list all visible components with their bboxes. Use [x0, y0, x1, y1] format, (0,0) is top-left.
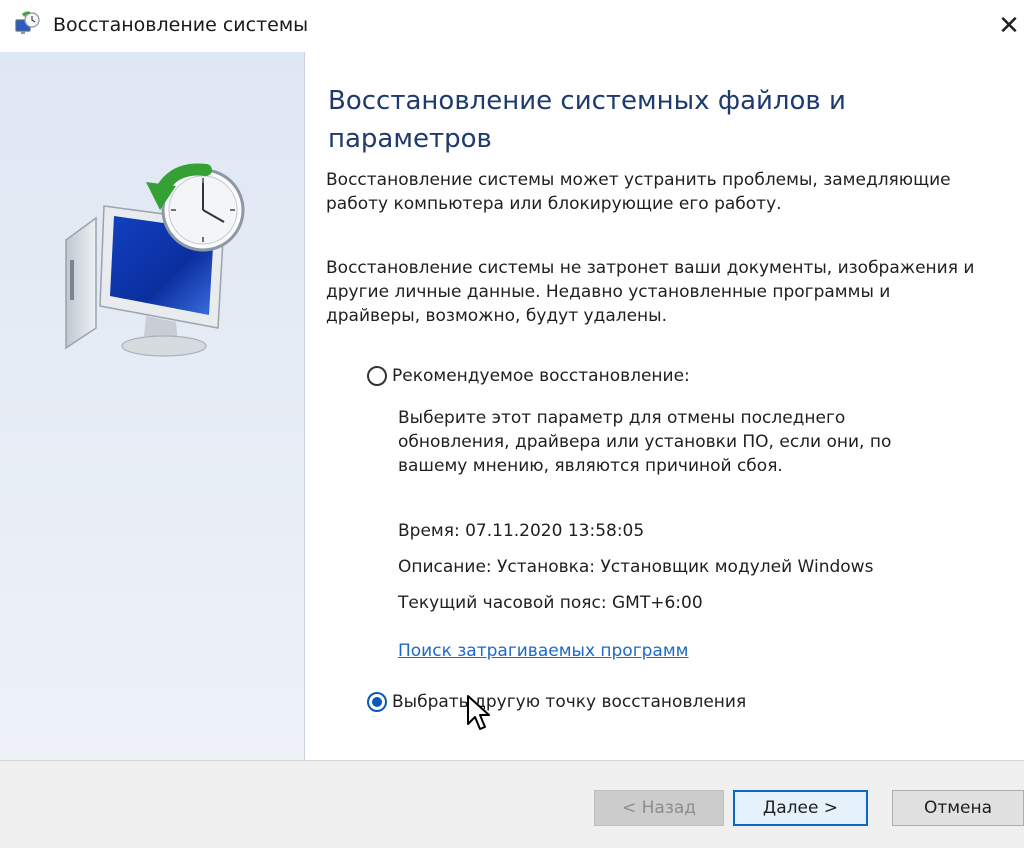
system-restore-monitor-clock-icon: [65, 163, 245, 357]
other-restore-point-radio[interactable]: Выбрать другую точку восстановления: [367, 692, 746, 712]
page-title: Восстановление системных файлов и параме…: [328, 86, 846, 154]
next-button[interactable]: Далее >: [733, 790, 868, 826]
restore-point-timezone: Текущий часовой пояс: GMT+6:00: [398, 593, 703, 613]
title-bar: Восстановление системы ✕: [0, 0, 1024, 52]
cancel-button[interactable]: Отмена: [892, 790, 1024, 826]
recommended-restore-label[interactable]: Рекомендуемое восстановление:: [392, 366, 690, 386]
mouse-pointer-icon: [467, 695, 490, 730]
restore-point-description: Описание: Установка: Установщик модулей …: [398, 557, 874, 577]
wizard-side-panel: [0, 52, 305, 760]
scan-affected-programs-link[interactable]: Поиск затрагиваемых программ: [398, 641, 689, 661]
recommended-description: Выберите этот параметр для отмены послед…: [398, 408, 892, 476]
wizard-footer: < Назад Далее > Отмена: [0, 760, 1024, 848]
radio-checked-icon[interactable]: [367, 692, 387, 712]
recommended-restore-radio[interactable]: Рекомендуемое восстановление:: [367, 366, 690, 386]
system-restore-icon: [15, 11, 40, 34]
window-title: Восстановление системы: [53, 14, 309, 36]
radio-unchecked-icon[interactable]: [367, 366, 387, 386]
restore-point-time: Время: 07.11.2020 13:58:05: [398, 521, 645, 541]
note-text: Восстановление системы не затронет ваши …: [326, 258, 975, 326]
intro-text: Восстановление системы может устранить п…: [326, 170, 951, 214]
wizard-content: Восстановление системных файлов и параме…: [305, 52, 1024, 760]
close-icon[interactable]: ✕: [994, 4, 1024, 48]
back-button[interactable]: < Назад: [594, 790, 724, 826]
other-restore-point-label[interactable]: Выбрать другую точку восстановления: [392, 692, 746, 712]
